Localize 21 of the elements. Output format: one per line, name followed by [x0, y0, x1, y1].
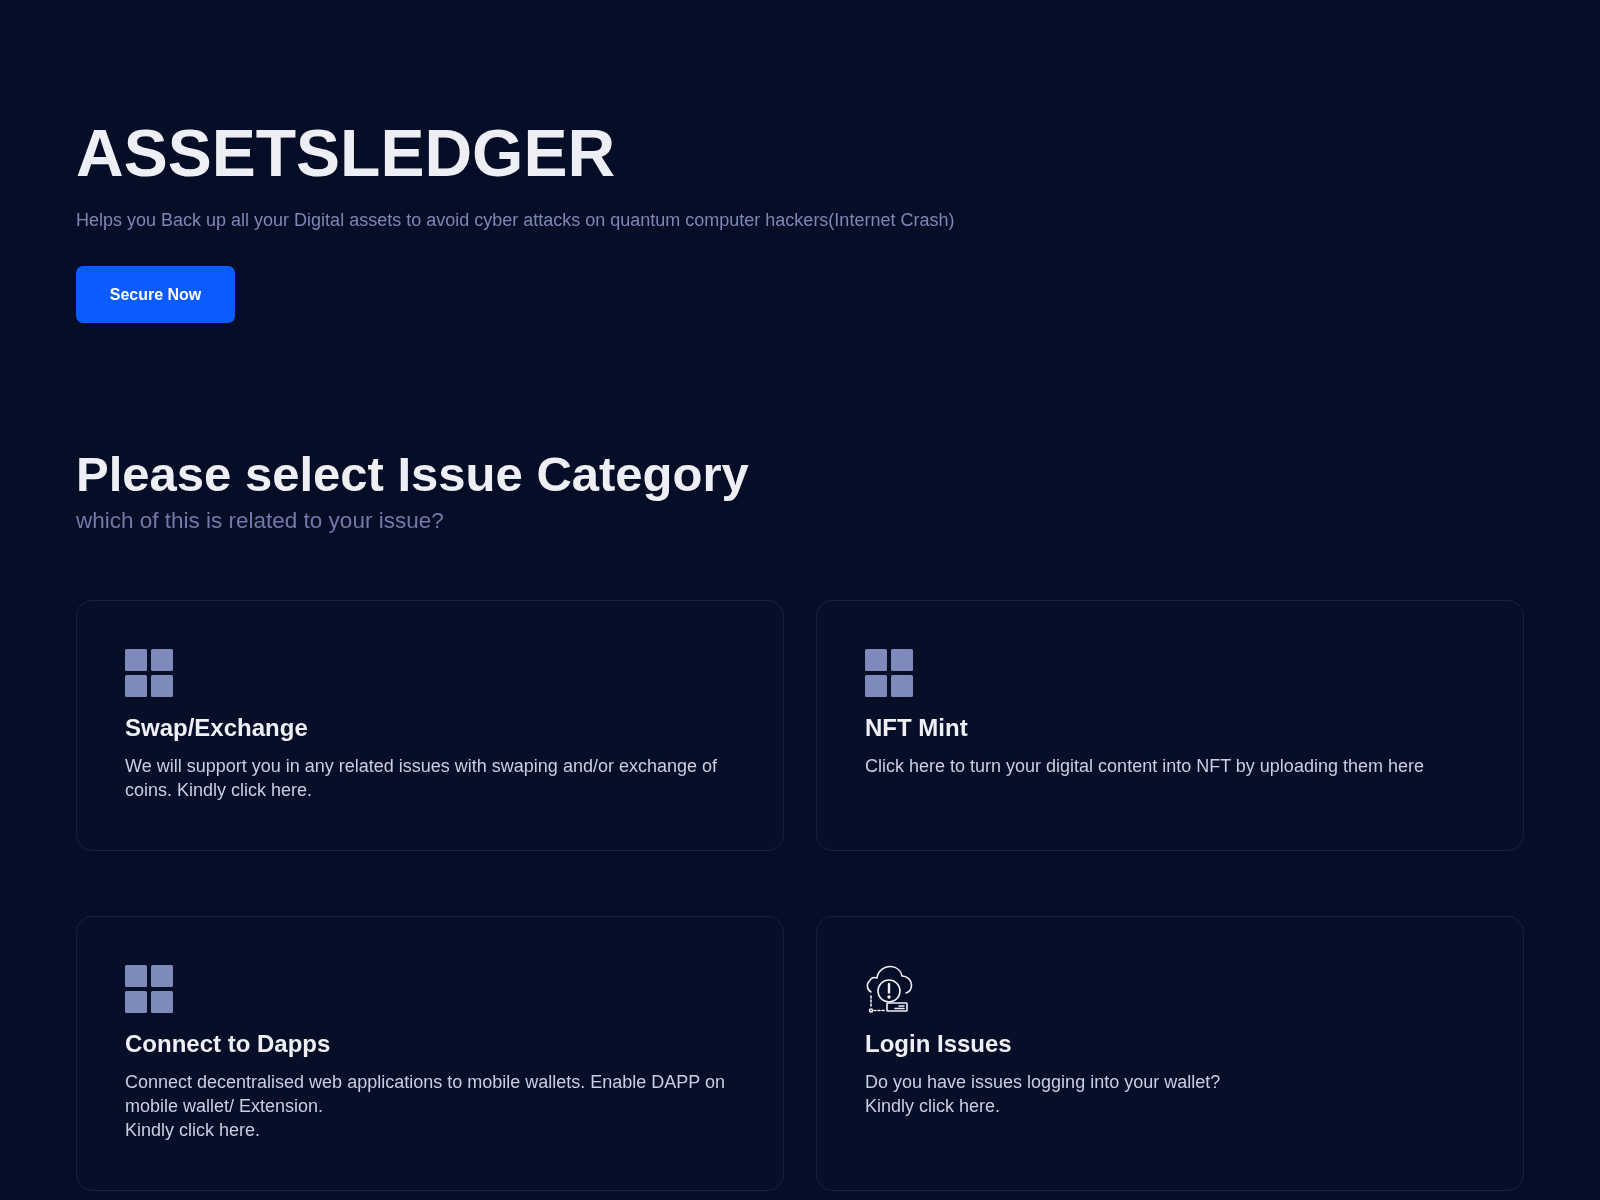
card-description: We will support you in any related issues with swaping and/or exchange of coins. Kindly click here.: [125, 755, 718, 803]
card-title: NFT Mint: [865, 714, 968, 744]
category-card[interactable]: Login Issues Do you have issues logging into your wallet? Kindly click here.: [816, 916, 1524, 1192]
category-card[interactable]: NFT Mint Click here to turn your digital content into NFT by uploading them here: [816, 600, 1524, 852]
card-description: Click here to turn your digital content into NFT by uploading them here: [865, 755, 1425, 779]
secure-now-button[interactable]: Secure Now: [76, 266, 235, 324]
grid-icon: [125, 965, 173, 1014]
cloud-alert-icon: [865, 965, 913, 1014]
grid-icon: [865, 649, 913, 698]
card-description: Connect decentralised web applications to mobile wallets. Enable DAPP on mobile wallet/ Extension. Kindly click here.: [125, 1071, 727, 1143]
category-card[interactable]: Connect to Dapps Connect decentralised web applications to mobile wallets. Enable DAPP on mobile wallet/ Extension. Kindly click here.: [76, 916, 784, 1192]
grid-icon: [125, 649, 173, 698]
section-heading: Please select Issue Category: [76, 446, 749, 504]
tagline-text: Helps you Back up all your Digital assets to avoid cyber attacks on quantum computer hackers(Internet Crash): [76, 209, 955, 233]
card-description: Do you have issues logging into your wallet? Kindly click here.: [865, 1071, 1222, 1119]
card-title: Connect to Dapps: [125, 1030, 331, 1060]
card-title: Login Issues: [865, 1030, 1012, 1060]
card-title: Swap/Exchange: [125, 714, 308, 744]
section-subtitle: which of this is related to your issue?: [76, 507, 444, 535]
site-title: ASSETSLEDGER: [76, 115, 616, 192]
category-card[interactable]: Swap/Exchange We will support you in any related issues with swaping and/or exchange of coins. Kindly click here.: [76, 600, 784, 852]
